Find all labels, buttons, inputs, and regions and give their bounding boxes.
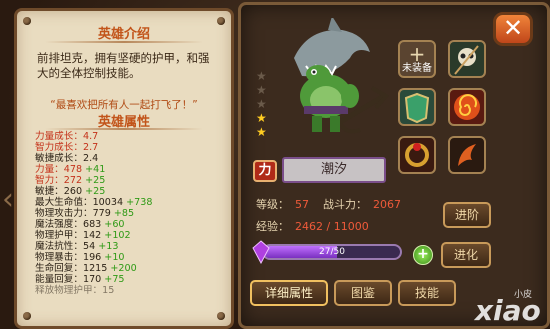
add-soulstone-button[interactable]: +: [413, 245, 433, 265]
equip-slot-unequipped[interactable]: + 未装备: [398, 40, 436, 78]
stat-row: 力量：478 +41: [35, 164, 106, 175]
watermark-text: 小皮: [514, 290, 533, 300]
star-filled-icon: ★: [256, 111, 267, 125]
equip-slot-ring[interactable]: [398, 136, 436, 174]
star-empty-icon: ★: [256, 97, 267, 111]
stats-list: 力量成长：4.7 智力成长：2.7 敏捷成长：2.4 力量：478 +41 智力：…: [35, 131, 235, 296]
tab-codex[interactable]: 图鉴: [334, 280, 392, 306]
hero-name: 潮汐: [282, 157, 386, 183]
armor-icon: [404, 92, 430, 124]
exp-info: 经验： 2462 / 11000: [256, 220, 369, 233]
nail-icon: [23, 312, 31, 320]
nail-icon: [217, 312, 225, 320]
equip-slot-spiral-orb[interactable]: [448, 88, 486, 126]
hero-info-panel: 英雄介绍 前排坦克，拥有坚硬的护甲，和强大的全体控制技能。 “最喜欢把所有人一起…: [14, 8, 234, 329]
stat-row: 释放物理护甲：15: [35, 285, 115, 296]
soulstone-count: 27/50: [319, 247, 345, 257]
stat-row: 敏捷成长：2.4: [35, 153, 99, 164]
equip-slot-dark-blade[interactable]: [448, 136, 486, 174]
stat-row: 智力成长：2.7: [35, 142, 99, 153]
stat-row: 物理暴击：196 +10: [35, 252, 125, 263]
equip-slot-armor[interactable]: [398, 88, 436, 126]
evolve-button[interactable]: 进化: [441, 242, 491, 268]
soulstone-gem-icon: [252, 240, 270, 264]
stat-row: 生命回复：1215 +200: [35, 263, 137, 274]
star-empty-icon: ★: [256, 83, 267, 97]
hero-description: 前排坦克，拥有坚硬的护甲，和强大的全体控制技能。: [37, 51, 210, 80]
tab-skills[interactable]: 技能: [398, 280, 456, 306]
stat-row: 魔法强度：683 +60: [35, 219, 125, 230]
skull-icon: [454, 45, 479, 75]
intro-title: 英雄介绍: [97, 27, 150, 42]
tab-details[interactable]: 详细属性: [250, 280, 328, 306]
star-filled-icon: ★: [256, 125, 267, 139]
stat-row: 智力：272 +25: [35, 175, 106, 186]
soulstone-progress-bar: 27/50: [262, 244, 402, 260]
ring-icon: [405, 143, 429, 167]
level-info: 等级： 57: [256, 198, 309, 211]
power-info: 战斗力： 2067: [323, 198, 401, 211]
stat-row: 物理攻击力：779 +85: [35, 208, 135, 219]
stat-row: 力量成长：4.7: [35, 131, 99, 142]
stat-row: 能量回复：170 +75: [35, 274, 125, 285]
slot-caption: 未装备: [402, 63, 432, 74]
spiral-icon: [454, 94, 480, 120]
star-empty-icon: ★: [256, 69, 267, 83]
star-rating: ★ ★ ★ ★ ★: [256, 70, 268, 140]
flame-icon: [458, 144, 476, 166]
stat-row: 物理护甲：142 +102: [35, 230, 131, 241]
hero-portrait: [294, 18, 390, 134]
hero-quote: “最喜欢把所有人一起打飞了！”: [50, 99, 198, 111]
stat-row: 敏捷：260 +25: [35, 186, 106, 197]
divider: [45, 128, 203, 130]
stat-row: 魔法抗性：54 +13: [35, 241, 119, 252]
strength-type-badge: 力: [253, 160, 277, 182]
close-button[interactable]: ✕: [493, 12, 533, 46]
stat-row: 最大生命值：10034 +738: [35, 197, 153, 208]
equip-slot-skull-staff[interactable]: [448, 40, 486, 78]
prev-hero-arrow-icon[interactable]: ‹: [2, 180, 16, 220]
promote-button[interactable]: 进阶: [443, 202, 491, 228]
divider: [45, 41, 203, 43]
